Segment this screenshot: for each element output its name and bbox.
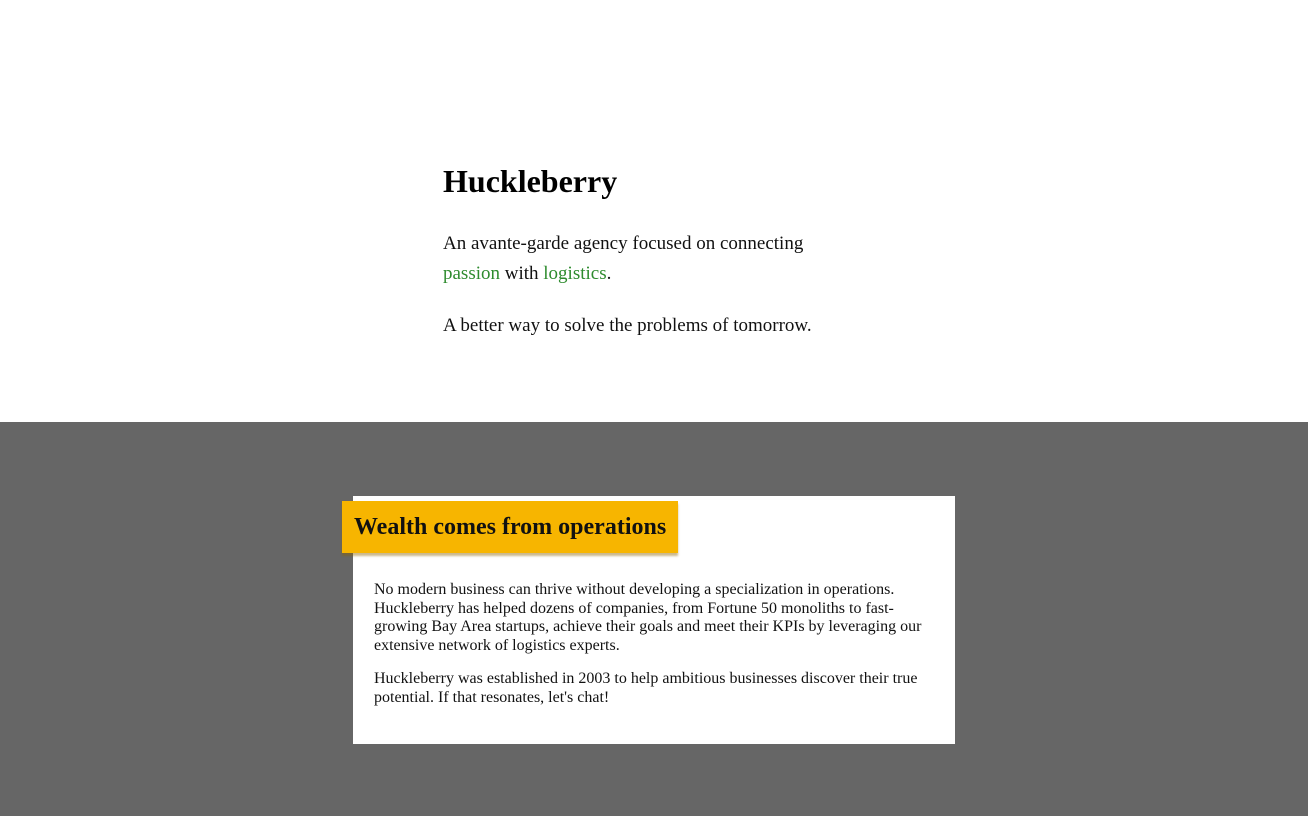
hero-tagline: An avante-garde agency focused on connec… xyxy=(443,229,843,289)
card-paragraph-1: No modern business can thrive without de… xyxy=(374,581,922,654)
page-title: Huckleberry xyxy=(443,163,618,199)
card-paragraph-2: Huckleberry was established in 2003 to h… xyxy=(374,670,918,706)
tagline-end-text: . xyxy=(606,263,612,284)
hero-content: Huckleberry An avante-garde agency focus… xyxy=(443,160,863,341)
operations-section: Wealth comes from operations No modern b… xyxy=(0,422,1308,816)
hero-section: Huckleberry An avante-garde agency focus… xyxy=(0,0,1308,422)
tagline-highlight-logistics: logistics xyxy=(543,263,607,284)
card-body: No modern business can thrive without de… xyxy=(374,581,936,707)
tagline-highlight-passion: passion xyxy=(443,263,500,284)
tagline-mid-text: with xyxy=(500,263,544,284)
hero-subtitle: A better way to solve the problems of to… xyxy=(443,315,812,336)
card-banner-title: Wealth comes from operations xyxy=(354,513,667,540)
tagline-start-text: An avante-garde agency focused on connec… xyxy=(443,233,804,254)
card-banner: Wealth comes from operations xyxy=(342,501,679,553)
operations-card: Wealth comes from operations No modern b… xyxy=(342,496,955,744)
